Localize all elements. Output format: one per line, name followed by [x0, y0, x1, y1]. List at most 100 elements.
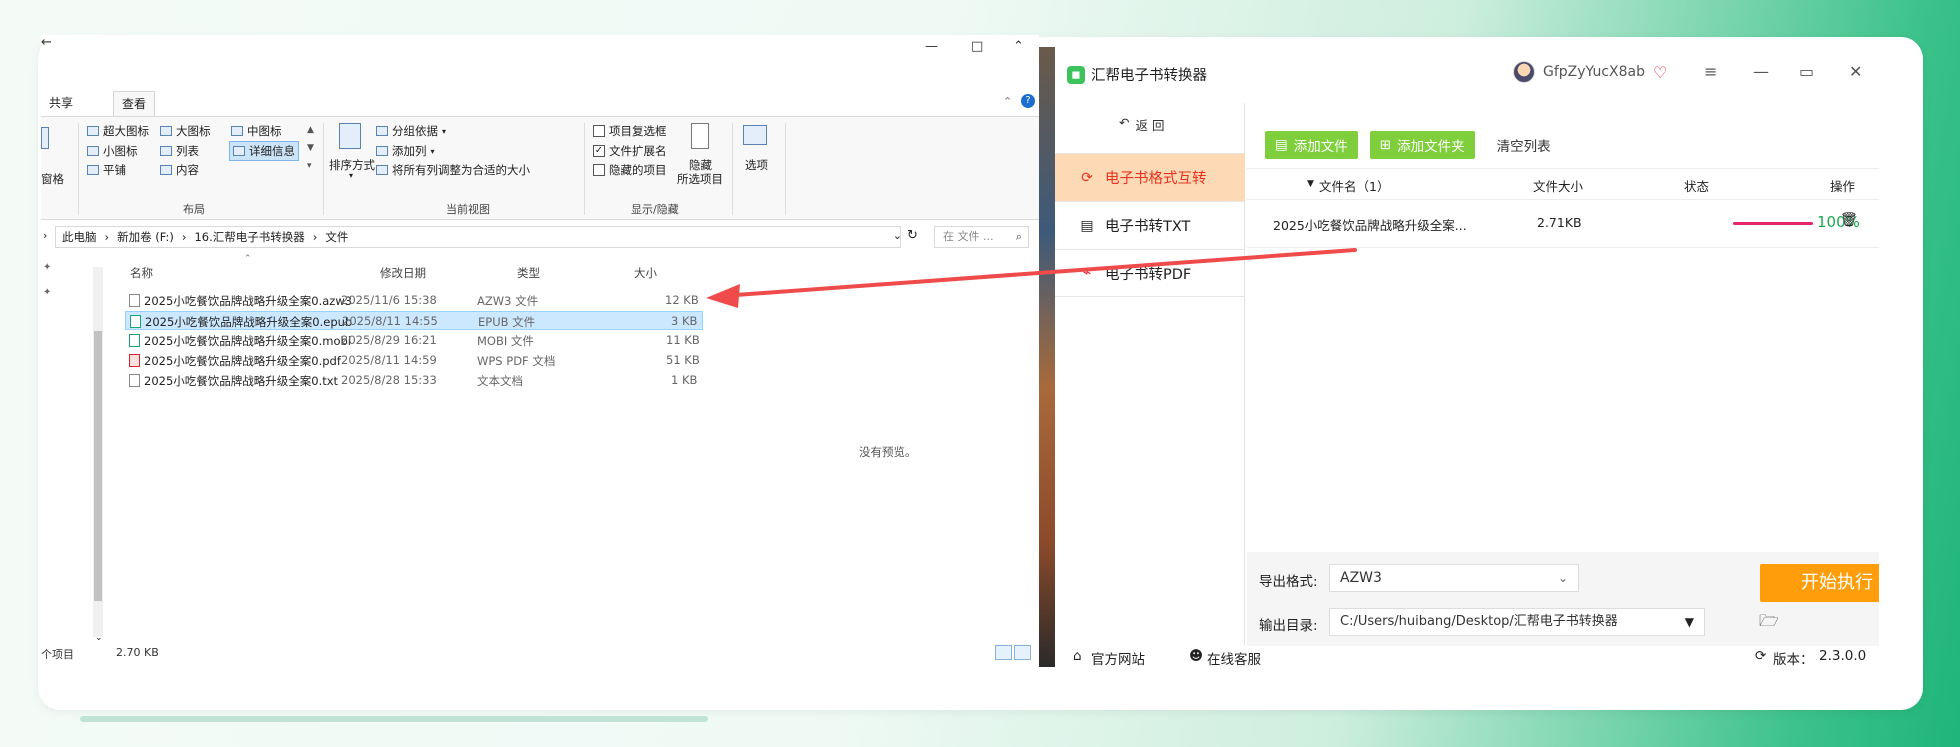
maximize-icon[interactable]: ▭ — [1799, 62, 1814, 81]
help-icon[interactable]: ? — [1021, 94, 1035, 108]
small-icons-icon — [87, 146, 99, 156]
pane-label[interactable]: 窗格 — [41, 171, 64, 187]
address-bar[interactable]: 此电脑 › 新加卷 (F:) › 16.汇帮电子书转换器 › 文件 ⌄ — [55, 226, 902, 248]
layout-list[interactable]: 列表 — [160, 143, 199, 159]
scroll-down-icon[interactable]: ⌄ — [95, 633, 103, 643]
sort-down-icon[interactable]: ▼ — [1307, 179, 1314, 189]
breadcrumb-this-pc[interactable]: 此电脑 — [62, 229, 97, 245]
open-folder-icon[interactable]: 🗁 — [1759, 610, 1779, 637]
layout-group-label: 布局 — [183, 203, 205, 216]
breadcrumb-drive[interactable]: 新加卷 (F:) — [117, 229, 174, 245]
nav-pane-scroll-thumb[interactable] — [94, 331, 102, 601]
details-view-icon[interactable] — [995, 645, 1012, 660]
fit-columns-icon — [376, 165, 388, 175]
epub-file-icon — [130, 315, 141, 328]
group-by-button[interactable]: 分组依据 ▾ — [376, 123, 446, 139]
row-filename: 2025小吃餐饮品牌战略升级全案... — [1273, 218, 1467, 233]
pin-icon[interactable]: ✦ — [43, 287, 51, 298]
options-button[interactable]: 选项 — [745, 157, 768, 173]
app-title: 汇帮电子书转换器 — [1091, 68, 1207, 84]
mobi-file-icon — [129, 334, 140, 347]
column-header-name[interactable]: 名称 — [130, 265, 153, 281]
column-header-filename[interactable]: 文件名（1） — [1319, 176, 1389, 195]
chevron-up-icon[interactable]: ⌃ — [1013, 39, 1024, 54]
add-file-button[interactable]: ▤ 添加文件 — [1265, 131, 1358, 159]
layout-expand-icon[interactable]: ▾ — [307, 161, 312, 171]
table-row[interactable]: 2025小吃餐饮品牌战略升级全案... 2.71KB 100% 🗑 — [1247, 200, 1879, 248]
minimize-icon[interactable]: — — [1753, 62, 1769, 81]
back-icon: ↶ — [1119, 115, 1130, 130]
file-row-mobi[interactable]: 2025小吃餐饮品牌战略升级全案0.mobi 2025/8/29 16:21 M… — [125, 331, 703, 350]
breadcrumb-current[interactable]: 文件 — [325, 229, 348, 245]
close-icon[interactable]: ✕ — [1849, 62, 1862, 81]
pin-icon[interactable]: ✦ — [43, 262, 51, 273]
layout-tiles[interactable]: 平铺 — [87, 162, 126, 178]
add-column-button[interactable]: 添加列 ▾ — [376, 143, 435, 159]
maximize-icon[interactable]: □ — [971, 39, 983, 54]
nav-to-txt[interactable]: ▤ 电子书转TXT — [1055, 201, 1245, 249]
layout-details[interactable]: 详细信息 — [229, 141, 299, 161]
export-format-select[interactable]: AZW3 ⌄ — [1329, 564, 1579, 592]
sort-icon[interactable] — [339, 123, 361, 149]
back-button[interactable]: ↶ 返 回 — [1119, 115, 1164, 134]
column-header-size[interactable]: 大小 — [634, 265, 657, 281]
file-row-txt[interactable]: 2025小吃餐饮品牌战略升级全案0.txt 2025/8/28 15:33 文本… — [125, 371, 703, 390]
layout-large-icons[interactable]: 大图标 — [160, 123, 211, 139]
layout-content[interactable]: 内容 — [160, 162, 199, 178]
layout-xlarge-icons[interactable]: 超大图标 — [87, 123, 149, 139]
add-column-icon — [376, 146, 388, 156]
layout-scroll-up-icon[interactable]: ▲ — [307, 125, 314, 135]
tab-view[interactable]: 查看 — [113, 91, 156, 116]
xlarge-icons-icon — [87, 126, 99, 136]
pane-icon[interactable] — [41, 127, 49, 149]
back-arrow-icon[interactable]: ← — [41, 35, 52, 50]
start-button[interactable]: 开始执行 — [1760, 564, 1879, 602]
layout-scroll-down-icon[interactable]: ▼ — [307, 143, 314, 153]
version-refresh-icon[interactable]: ⟳ — [1755, 648, 1766, 664]
file-row-epub[interactable]: 2025小吃餐饮品牌战略升级全案0.epub 2025/8/11 14:55 E… — [125, 311, 703, 330]
add-folder-button[interactable]: ⊞ 添加文件夹 — [1369, 131, 1475, 159]
layout-medium-icons[interactable]: 中图标 — [231, 123, 282, 139]
breadcrumb-folder[interactable]: 16.汇帮电子书转换器 — [194, 229, 304, 245]
hidden-items-toggle[interactable]: 隐藏的项目 — [593, 162, 667, 178]
add-folder-icon: ⊞ — [1379, 137, 1392, 153]
output-dir-select[interactable]: C:/Users/huibang/Desktop/汇帮电子书转换器 ▼ — [1329, 608, 1705, 636]
clear-list-button[interactable]: 清空列表 — [1497, 135, 1551, 155]
fit-columns-button[interactable]: 将所有列调整为合适的大小 — [376, 162, 530, 178]
hide-selected-label-2[interactable]: 所选项目 — [677, 171, 723, 187]
large-icons-view-icon[interactable] — [1014, 645, 1031, 660]
refresh-icon[interactable]: ↻ — [907, 228, 918, 243]
username: GfpZyYucX8ab — [1543, 64, 1646, 80]
hide-selected-icon[interactable] — [691, 123, 709, 149]
support-link[interactable]: 在线客服 — [1207, 648, 1261, 668]
website-link[interactable]: 官方网站 — [1091, 648, 1145, 668]
minimize-icon[interactable]: — — [925, 39, 938, 54]
checkbox-icon — [593, 125, 605, 137]
column-header-date[interactable]: 修改日期 — [380, 265, 426, 281]
search-input[interactable]: 在 文件 ... ⌕ — [934, 226, 1029, 248]
column-header-type[interactable]: 类型 — [517, 265, 540, 281]
nav-format-convert[interactable]: ⟳ 电子书格式互转 — [1055, 153, 1245, 201]
address-dropdown-icon[interactable]: ⌄ — [893, 229, 902, 242]
nav-arrow-icon[interactable]: › — [43, 229, 47, 242]
trash-icon[interactable]: 🗑 — [1840, 212, 1858, 228]
item-checkbox-toggle[interactable]: 项目复选框 — [593, 123, 667, 139]
chevron-down-icon: ⌄ — [1557, 571, 1568, 585]
sort-dropdown-icon[interactable]: ▾ — [349, 171, 353, 180]
user-account[interactable]: GfpZyYucX8ab ♡ — [1513, 61, 1667, 83]
menu-icon[interactable]: ≡ — [1704, 62, 1717, 81]
view-group-label: 当前视图 — [446, 203, 490, 216]
file-ext-toggle[interactable]: ✓ 文件扩展名 — [593, 143, 667, 159]
layout-small-icons[interactable]: 小图标 — [87, 143, 138, 159]
content-icon — [160, 165, 172, 175]
file-row-azw3[interactable]: 2025小吃餐饮品牌战略升级全案0.azw3 2025/11/6 15:38 A… — [125, 291, 703, 310]
options-icon[interactable] — [743, 125, 767, 145]
home-icon[interactable]: ⌂ — [1073, 648, 1082, 664]
group-by-icon — [376, 126, 388, 136]
file-row-pdf[interactable]: 2025小吃餐饮品牌战略升级全案0.pdf 2025/8/11 14:59 WP… — [125, 351, 703, 370]
add-file-icon: ▤ — [1275, 137, 1288, 153]
collapse-ribbon-icon[interactable]: ⌃ — [1003, 95, 1012, 108]
nav-to-pdf[interactable]: ⌁ 电子书转PDF — [1055, 249, 1245, 297]
tab-share[interactable]: 共享 — [41, 91, 81, 116]
support-icon[interactable]: ☻ — [1189, 648, 1203, 664]
